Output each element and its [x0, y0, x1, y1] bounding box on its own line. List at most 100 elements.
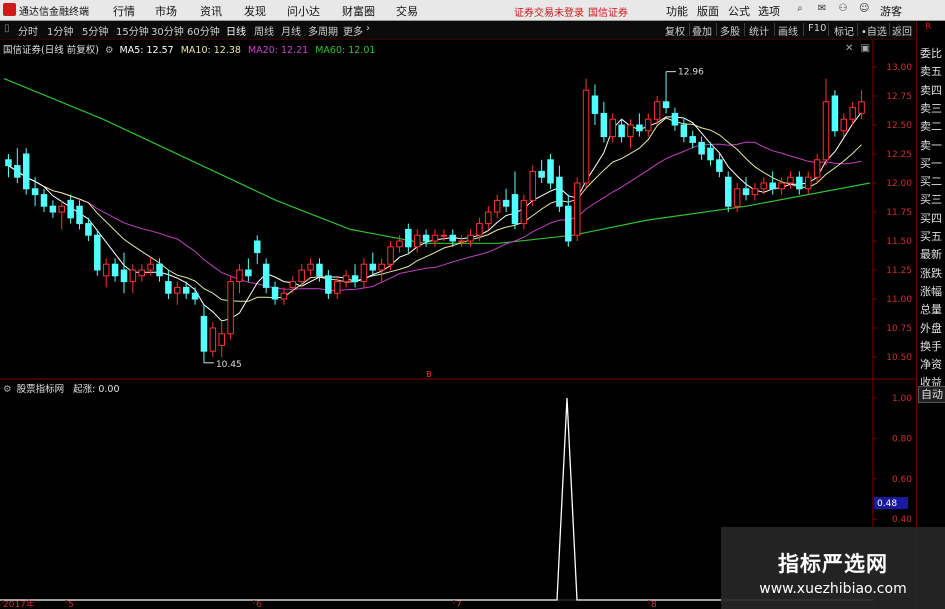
tab-period-weekly[interactable]: 周线 — [254, 23, 274, 38]
side-panel-toggle[interactable]: R — [925, 22, 931, 32]
side-tab-item[interactable]: 卖一 — [920, 139, 942, 152]
candle-body — [31, 188, 39, 196]
candle — [742, 177, 750, 201]
back-button[interactable]: 返回 — [892, 23, 912, 38]
candle — [227, 275, 234, 340]
add-watchlist-button[interactable]: •自选 — [861, 23, 887, 38]
tab-period-more[interactable]: 更多 — [343, 23, 363, 38]
price-tick-label: 10.75 — [886, 324, 912, 334]
side-tab-item[interactable]: 买一 — [920, 157, 942, 170]
candle-body — [85, 223, 92, 236]
candle — [689, 130, 696, 149]
menu-item-news[interactable]: 资讯 — [200, 3, 222, 19]
candle-body — [565, 205, 572, 242]
user-icon[interactable]: ☺ — [859, 4, 869, 14]
candle-body — [378, 263, 385, 271]
candle — [174, 281, 181, 305]
candle-body — [858, 101, 865, 114]
headset-icon[interactable]: ⌕ — [795, 4, 805, 14]
menu-item-market[interactable]: 行情 — [113, 3, 135, 19]
side-tab-item[interactable]: 买三 — [920, 193, 942, 206]
side-tab-item[interactable]: 委比 — [920, 47, 942, 60]
menu-item-options[interactable]: 选项 — [758, 3, 780, 19]
side-tab-item[interactable]: 最新 — [920, 248, 942, 261]
candle — [22, 148, 30, 195]
candle — [413, 229, 421, 253]
menu-item-discover[interactable]: 发现 — [244, 3, 266, 19]
candle — [662, 71, 670, 114]
tab-period-daily[interactable]: 日线 — [226, 23, 246, 38]
adjust-button[interactable]: 复权 — [665, 23, 685, 38]
tab-period-5min[interactable]: 5分钟 — [82, 23, 108, 38]
multi-stock-button[interactable]: 多股 — [720, 23, 740, 38]
tab-period-60min[interactable]: 60分钟 — [187, 23, 220, 38]
tab-period-multi[interactable]: 多周期 — [308, 23, 338, 38]
candle — [751, 183, 759, 201]
statistics-button[interactable]: 统计 — [749, 23, 769, 38]
side-tab-item[interactable]: 换手 — [920, 340, 942, 353]
side-tab-item[interactable]: 涨幅 — [920, 285, 942, 298]
indicator-tick-label: 1.00 — [892, 394, 912, 404]
candle-body — [76, 205, 83, 225]
menu-item-trade[interactable]: 交易 — [396, 3, 418, 19]
side-tab-item[interactable]: 买五 — [920, 230, 942, 243]
candle — [796, 171, 803, 195]
candle — [307, 258, 314, 276]
chevron-right-icon[interactable]: › — [366, 23, 370, 34]
candle-body — [280, 292, 288, 300]
candle-body — [769, 182, 776, 190]
candle-body — [431, 234, 439, 242]
side-tab-item[interactable]: 买四 — [920, 212, 942, 225]
f10-button[interactable]: F10 — [808, 23, 826, 34]
candle — [822, 78, 830, 166]
side-tab-item[interactable]: 卖二 — [920, 120, 942, 133]
candle-body — [111, 263, 119, 277]
menu-item-exchange[interactable]: 市场 — [155, 3, 177, 19]
candle-body — [813, 159, 821, 178]
menu-item-wealth[interactable]: 财富圈 — [342, 3, 375, 19]
tab-period-monthly[interactable]: 月线 — [281, 23, 301, 38]
side-tab-item[interactable]: 卖三 — [920, 102, 942, 115]
candle — [200, 304, 208, 363]
side-tab-item[interactable]: 净资 — [920, 358, 942, 371]
toolbar-toggle-icon[interactable]: ▯ — [4, 23, 10, 34]
menu-item-function[interactable]: 功能 — [666, 3, 688, 19]
side-tab-item[interactable]: 外盘 — [920, 322, 942, 335]
overlay-button[interactable]: 叠加 — [692, 23, 712, 38]
candle-body — [725, 176, 732, 207]
candle-body — [120, 269, 128, 283]
auto-button[interactable]: 自动 — [918, 386, 945, 403]
tab-period-tick[interactable]: 分时 — [18, 23, 38, 38]
side-tab-item[interactable]: 总量 — [920, 303, 942, 316]
side-tab-item[interactable]: 涨跌 — [920, 267, 942, 280]
candle-body — [493, 199, 501, 213]
toolbar-divider — [744, 23, 745, 36]
candle-body — [342, 275, 350, 283]
candle-body — [458, 240, 465, 243]
guest-label[interactable]: 游客 — [880, 3, 902, 19]
candlestick-chart[interactable]: 13.00 12.75 12.50 12.25 12.00 11.75 11.50 11.25… — [0, 40, 915, 380]
menu-item-formula[interactable]: 公式 — [728, 3, 750, 19]
candle — [40, 188, 48, 212]
side-tab-item[interactable]: 卖四 — [920, 84, 942, 97]
indicator-current-value: 0.48 — [877, 499, 897, 509]
menu-item-ask[interactable]: 问小达 — [287, 3, 320, 19]
draw-line-button[interactable]: 画线 — [778, 23, 798, 38]
candle-body — [5, 159, 12, 167]
price-tick-label: 13.00 — [886, 63, 912, 73]
menu-item-layout[interactable]: 版面 — [697, 3, 719, 19]
side-tab-item[interactable]: 买二 — [920, 175, 942, 188]
candle-body — [831, 95, 839, 132]
tab-period-1min[interactable]: 1分钟 — [47, 23, 73, 38]
shirt-icon[interactable]: ⚇ — [838, 4, 848, 14]
candle-body — [707, 147, 714, 161]
candle-body — [182, 286, 190, 294]
candle — [725, 171, 732, 212]
tab-period-30min[interactable]: 30分钟 — [151, 23, 184, 38]
mark-button[interactable]: 标记 — [834, 23, 854, 38]
mail-icon[interactable]: ✉ — [817, 4, 827, 14]
indicator-tick-label: 0.60 — [892, 475, 912, 485]
side-tab-item[interactable]: 卖五 — [920, 65, 942, 78]
login-status-notice[interactable]: 证券交易未登录 — [514, 4, 584, 19]
tab-period-15min[interactable]: 15分钟 — [116, 23, 149, 38]
